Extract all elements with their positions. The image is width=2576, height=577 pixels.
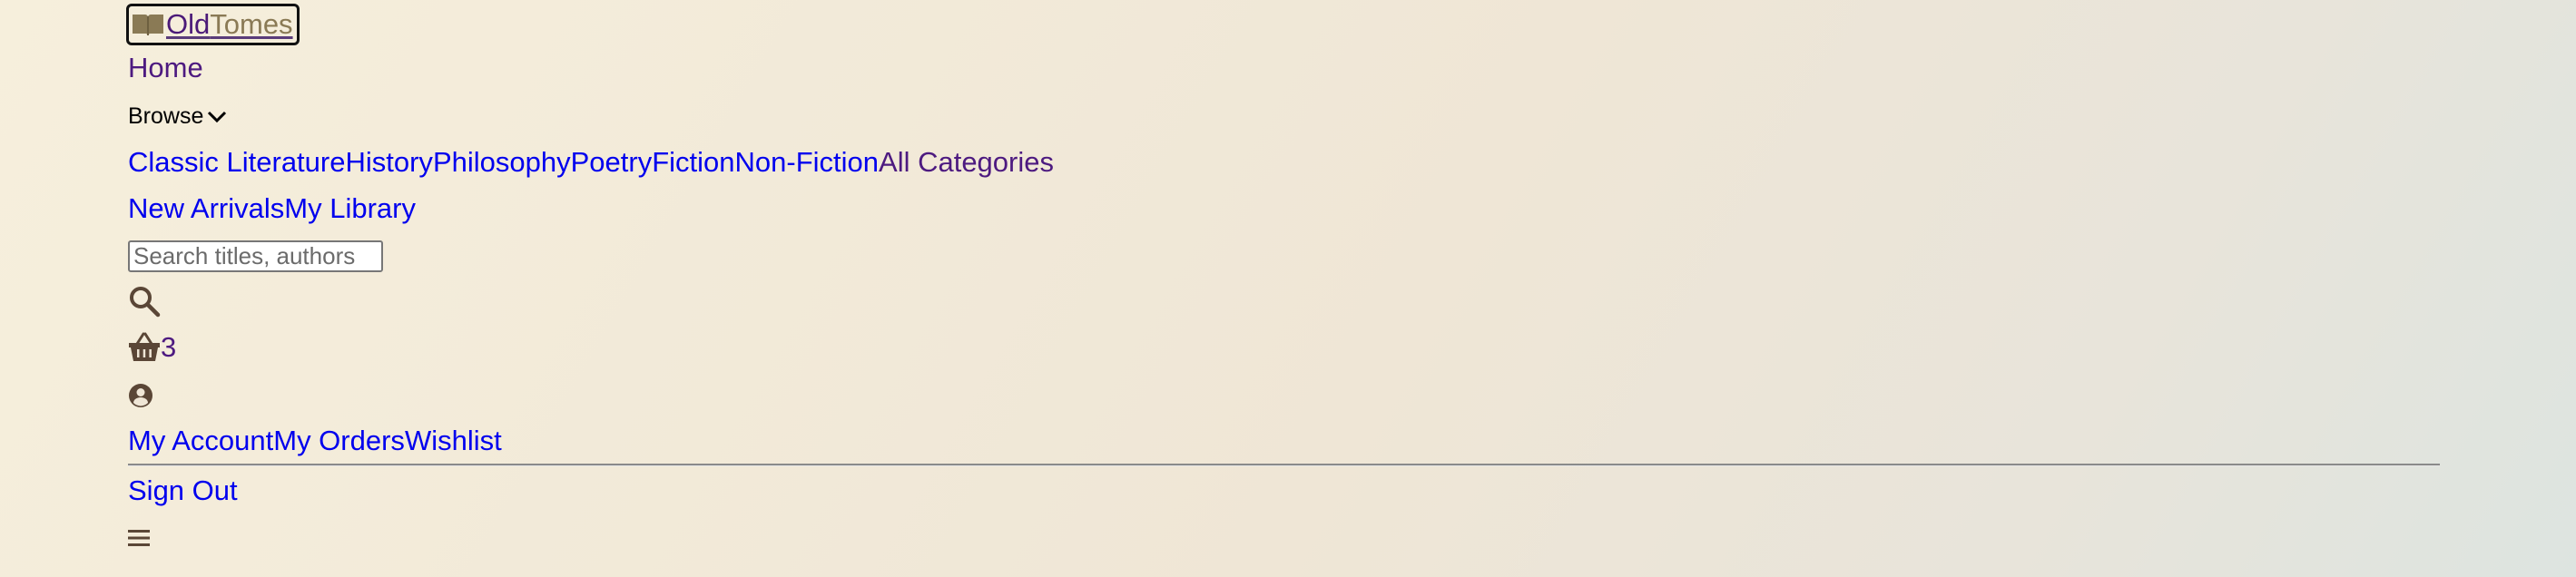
logo-text-old: Old — [166, 8, 211, 40]
category-link-fiction[interactable]: Fiction — [652, 145, 734, 180]
cart-count-badge: 3 — [161, 331, 177, 363]
user-circle-icon[interactable] — [128, 383, 153, 408]
my-account-link[interactable]: My Account — [128, 424, 273, 458]
logo-text-tomes: Tomes — [210, 8, 293, 40]
my-orders-link[interactable]: My Orders — [273, 424, 405, 458]
page-frame: Old Tomes Home Browse Classic Literature H… — [0, 0, 2576, 577]
nav-new-arrivals-link[interactable]: New Arrivals — [128, 191, 284, 226]
account-menu-divider — [128, 464, 2440, 466]
browse-dropdown-toggle[interactable]: Browse — [128, 103, 229, 130]
chevron-down-icon — [208, 111, 227, 122]
category-link-history[interactable]: History — [345, 145, 432, 180]
account-menu-links: My Account My Orders Wishlist — [128, 424, 502, 458]
category-link-poetry[interactable]: Poetry — [571, 145, 653, 180]
nav-home-link[interactable]: Home — [128, 51, 203, 85]
category-link-classic-literature[interactable]: Classic Literature — [128, 145, 345, 180]
cart-link[interactable]: 3 — [128, 330, 176, 365]
category-links: Classic Literature History Philosophy Poetr… — [128, 145, 1054, 180]
search-input[interactable] — [128, 240, 383, 272]
wishlist-link[interactable]: Wishlist — [405, 424, 502, 458]
sign-out-link[interactable]: Sign Out — [128, 474, 238, 508]
nav-my-library-link[interactable]: My Library — [284, 191, 416, 226]
category-link-philosophy[interactable]: Philosophy — [433, 145, 571, 180]
browse-label: Browse — [128, 103, 204, 129]
basket-icon — [129, 332, 160, 361]
secondary-nav-links: New Arrivals My Library — [128, 191, 416, 226]
search-icon[interactable] — [128, 285, 161, 318]
category-link-all-categories[interactable]: All Categories — [879, 145, 1054, 180]
logo-link[interactable]: Old Tomes — [126, 4, 300, 45]
open-book-icon — [133, 15, 163, 35]
category-link-non-fiction[interactable]: Non-Fiction — [735, 145, 880, 180]
hamburger-menu-icon[interactable] — [128, 528, 150, 548]
